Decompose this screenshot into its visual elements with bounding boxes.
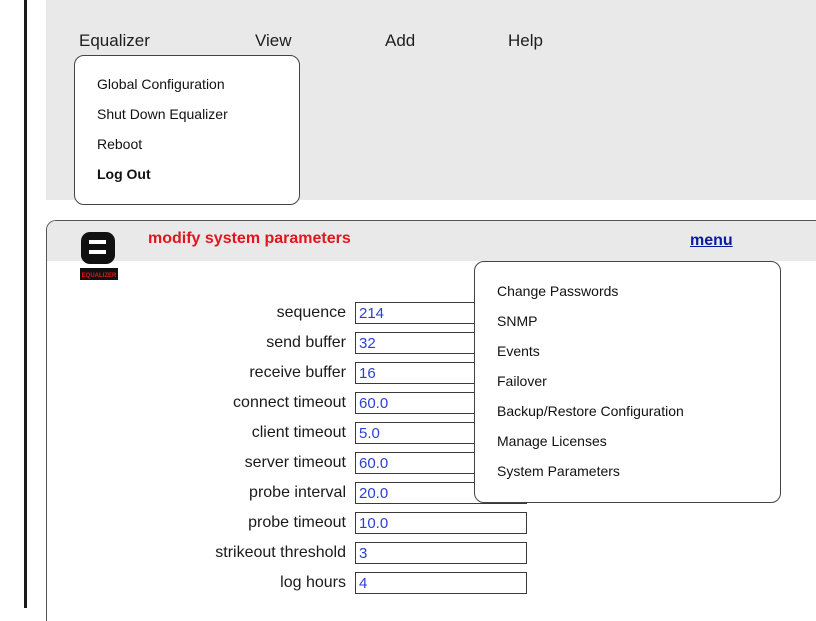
param-row-sequence: sequence xyxy=(0,302,540,324)
param-label: probe timeout xyxy=(248,514,346,531)
menu-item-failover[interactable]: Failover xyxy=(497,373,547,389)
param-label: strikeout threshold xyxy=(215,544,346,561)
menu-item-events[interactable]: Events xyxy=(497,343,540,359)
param-label: connect timeout xyxy=(233,394,346,411)
param-label: log hours xyxy=(280,574,346,591)
param-label: server timeout xyxy=(244,454,346,471)
menu-view[interactable]: View xyxy=(255,31,292,51)
menu-item-reboot[interactable]: Reboot xyxy=(97,136,142,152)
param-label: send buffer xyxy=(266,334,346,351)
param-row-strikeout-threshold: strikeout threshold xyxy=(0,542,540,564)
param-row-probe-timeout: probe timeout xyxy=(0,512,540,534)
log-hours-input[interactable] xyxy=(355,572,527,594)
menu-equalizer[interactable]: Equalizer xyxy=(79,31,150,51)
menu-item-system-parameters[interactable]: System Parameters xyxy=(497,463,620,479)
param-label: client timeout xyxy=(251,424,346,441)
param-row-send-buffer: send buffer xyxy=(0,332,540,354)
probe-timeout-input[interactable] xyxy=(355,512,527,534)
menu-item-manage-licenses[interactable]: Manage Licenses xyxy=(497,433,607,449)
menu-help[interactable]: Help xyxy=(508,31,543,51)
svg-text:EQUALIZER: EQUALIZER xyxy=(82,273,117,279)
menu-add[interactable]: Add xyxy=(385,31,415,51)
panel-title: modify system parameters xyxy=(148,230,351,247)
system-menu-dropdown: Change Passwords SNMP Events Failover Ba… xyxy=(474,261,781,503)
param-row-connect-timeout: connect timeout xyxy=(0,392,540,414)
equalizer-logo: EQUALIZER xyxy=(80,232,118,280)
param-row-receive-buffer: receive buffer xyxy=(0,362,540,384)
param-row-server-timeout: server timeout xyxy=(0,452,540,474)
param-row-log-hours: log hours xyxy=(0,572,540,594)
menu-item-log-out[interactable]: Log Out xyxy=(97,166,151,182)
param-label: probe interval xyxy=(249,484,346,501)
param-label: receive buffer xyxy=(249,364,346,381)
menu-link[interactable]: menu xyxy=(690,232,733,250)
param-row-client-timeout: client timeout xyxy=(0,422,540,444)
param-label: sequence xyxy=(276,304,346,321)
strikeout-threshold-input[interactable] xyxy=(355,542,527,564)
menu-item-shut-down-equalizer[interactable]: Shut Down Equalizer xyxy=(97,106,228,122)
menu-item-backup-restore[interactable]: Backup/Restore Configuration xyxy=(497,403,684,419)
menu-item-snmp[interactable]: SNMP xyxy=(497,313,537,329)
menu-item-change-passwords[interactable]: Change Passwords xyxy=(497,283,618,299)
param-row-probe-interval: probe interval xyxy=(0,482,540,504)
equalizer-dropdown: Global Configuration Shut Down Equalizer… xyxy=(74,55,300,205)
menu-item-global-configuration[interactable]: Global Configuration xyxy=(97,76,225,92)
